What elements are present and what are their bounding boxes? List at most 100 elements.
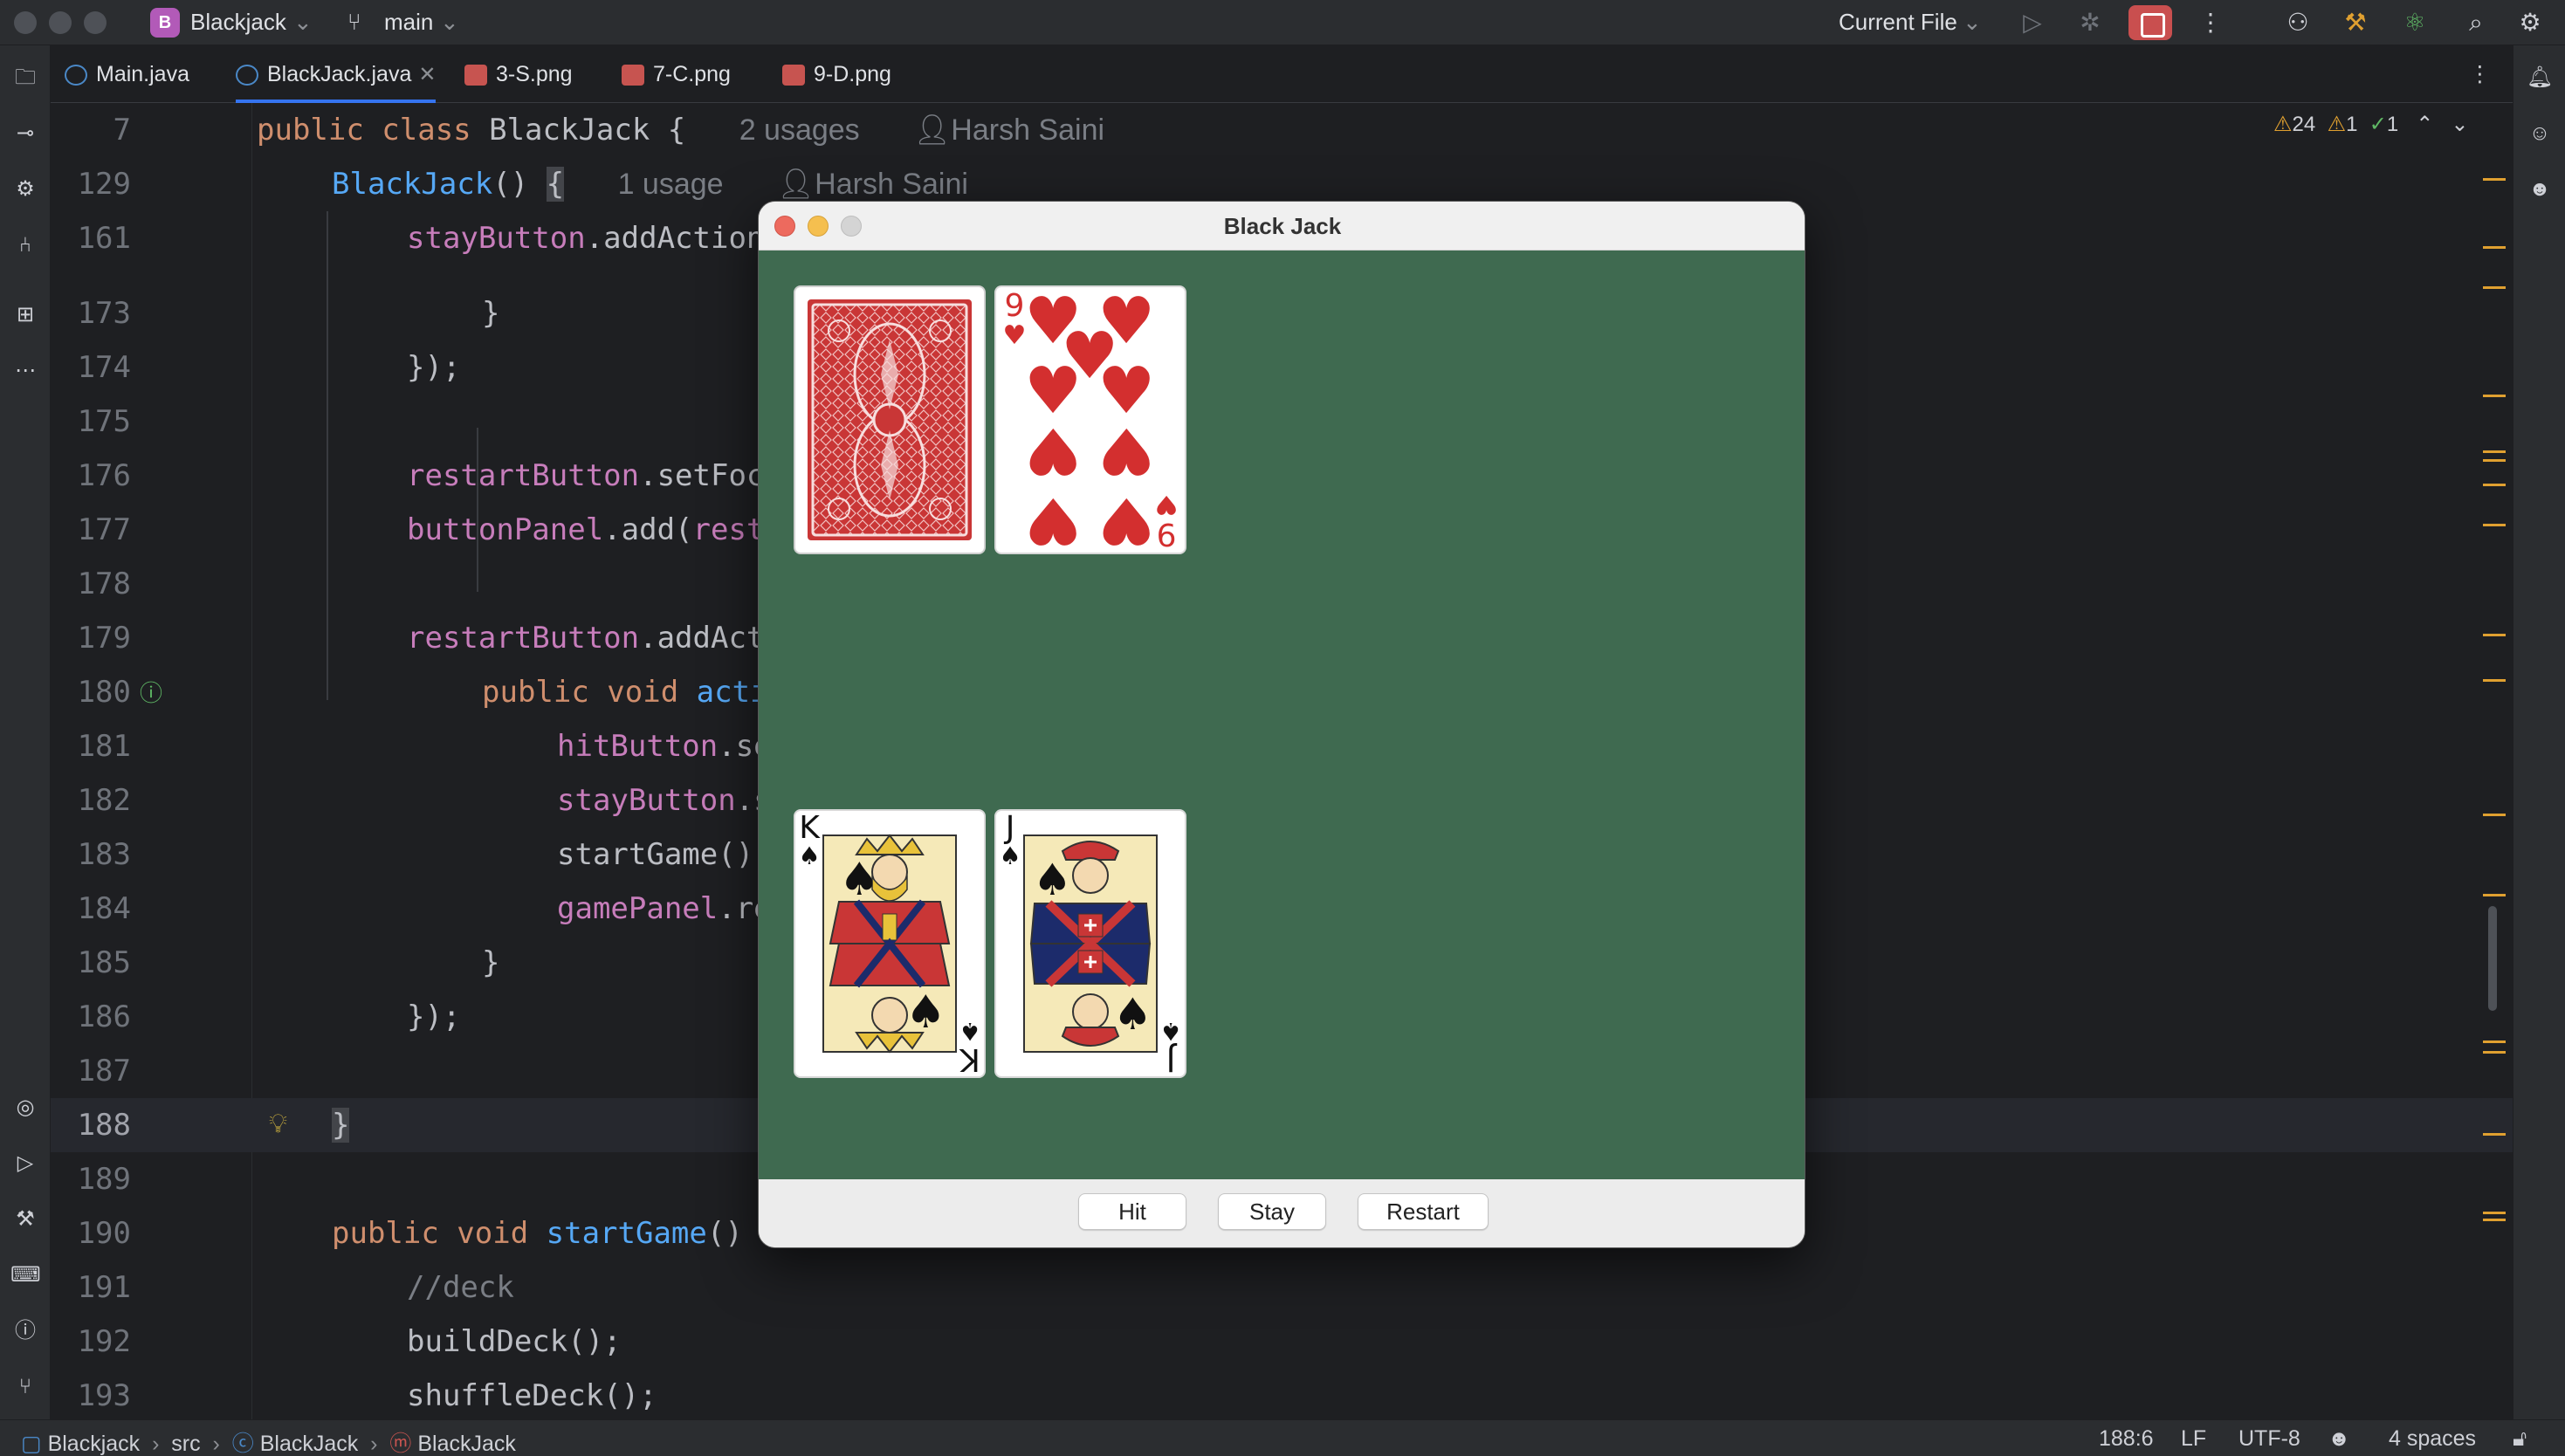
tab-3-s-png[interactable]: 3-S.png: [464, 45, 573, 103]
breadcrumb-src[interactable]: src: [171, 1432, 200, 1456]
plugins-icon[interactable]: ⚙: [10, 175, 40, 204]
build-icon[interactable]: ⚒: [2340, 7, 2371, 38]
usages-hint[interactable]: 2 usages: [739, 113, 860, 147]
warning-marker[interactable]: [2483, 634, 2506, 636]
terminal-icon[interactable]: ⌨: [10, 1260, 41, 1290]
spade-icon: ♠: [959, 1017, 981, 1046]
chevron-up-icon[interactable]: ⌃: [2416, 113, 2433, 136]
file-encoding[interactable]: UTF-8: [2238, 1426, 2300, 1452]
run-config-selector[interactable]: Current File: [1839, 9, 1957, 36]
chevron-down-icon[interactable]: ⌄: [1963, 9, 1982, 36]
structure-icon[interactable]: ⊞: [10, 300, 40, 330]
window-minimize-button[interactable]: [808, 216, 829, 237]
weak-warning-icon: ⚠: [2327, 113, 2347, 136]
image-file-icon: [782, 65, 805, 86]
warning-marker[interactable]: [2483, 1051, 2506, 1054]
warning-marker[interactable]: [2483, 395, 2506, 397]
line-number: 181: [77, 729, 131, 764]
problems-icon[interactable]: ⓘ: [10, 1316, 40, 1346]
sticky-line[interactable]: 7 public class BlackJack { 2 usages 👤︎Ha…: [51, 103, 2513, 157]
code-line[interactable]: 191 //deck: [51, 1260, 2513, 1315]
folder-icon[interactable]: 🗀: [10, 63, 40, 93]
warning-marker[interactable]: [2483, 459, 2506, 462]
code-line[interactable]: 193 shuffleDeck();: [51, 1369, 2513, 1419]
warning-marker[interactable]: [2483, 524, 2506, 526]
notifications-icon[interactable]: 🔔︎: [2525, 63, 2555, 93]
indent-setting[interactable]: 4 spaces: [2389, 1426, 2476, 1452]
usages-hint[interactable]: 1 usage: [618, 168, 724, 201]
close-icon[interactable]: ✕: [418, 63, 436, 86]
run-tool-icon[interactable]: ▷: [10, 1149, 40, 1178]
more-actions-icon[interactable]: ⋮: [2195, 7, 2226, 38]
warning-marker[interactable]: [2483, 450, 2506, 453]
search-icon[interactable]: ⌕: [2460, 7, 2492, 38]
line-separator[interactable]: LF: [2181, 1426, 2206, 1452]
tab-7-c-png[interactable]: 7-C.png: [622, 45, 731, 103]
warning-marker[interactable]: [2483, 1133, 2506, 1136]
build-tool-icon[interactable]: ⚒: [10, 1205, 40, 1234]
tab-blackjack-java[interactable]: BlackJack.java ✕: [236, 45, 437, 103]
commit-icon[interactable]: ⊸: [10, 119, 40, 148]
restart-button[interactable]: Restart: [1358, 1193, 1489, 1230]
copilot-status-icon[interactable]: ☻: [2328, 1426, 2350, 1452]
project-badge[interactable]: B: [150, 8, 180, 38]
warning-marker[interactable]: [2483, 814, 2506, 816]
window-close-button[interactable]: [774, 216, 795, 237]
tab-main-java[interactable]: Main.java: [65, 45, 189, 103]
chevron-right-icon: ›: [364, 1432, 384, 1456]
java-class-icon: [236, 65, 258, 86]
line-number: 176: [77, 458, 131, 493]
breadcrumb-method[interactable]: BlackJack: [417, 1432, 516, 1456]
services-icon[interactable]: ◎: [10, 1093, 40, 1123]
add-user-icon[interactable]: ⚇: [2282, 7, 2314, 38]
warning-marker[interactable]: [2483, 894, 2506, 896]
warning-marker[interactable]: [2483, 178, 2506, 181]
warning-marker[interactable]: [2483, 246, 2506, 249]
copilot-icon[interactable]: ☻: [2525, 175, 2555, 204]
editor-scrollbar-thumb[interactable]: [2488, 906, 2497, 1011]
git-icon[interactable]: ⑂: [10, 1372, 40, 1402]
breadcrumb-class[interactable]: BlackJack: [260, 1432, 359, 1456]
warning-count: 24: [2292, 113, 2316, 136]
card-back-pattern: [808, 299, 972, 540]
chevron-down-icon[interactable]: ⌄: [2451, 113, 2468, 136]
window-zoom-button[interactable]: [841, 216, 862, 237]
warning-marker[interactable]: [2483, 484, 2506, 486]
code-text: }: [482, 945, 500, 980]
chevron-down-icon[interactable]: ⌄: [293, 9, 313, 36]
run-icon[interactable]: ▷: [2017, 7, 2048, 38]
gear-icon[interactable]: ⚙: [2514, 7, 2546, 38]
tab-options-icon[interactable]: ⋮: [2469, 45, 2491, 103]
cursor-position[interactable]: 188:6: [2099, 1426, 2154, 1452]
tab-9-d-png[interactable]: 9-D.png: [782, 45, 891, 103]
line-number: 180: [77, 675, 131, 710]
window-close-button[interactable]: [14, 11, 37, 34]
branch-name[interactable]: main: [384, 9, 433, 36]
lightbulb-icon[interactable]: 💡︎: [269, 1109, 287, 1139]
breadcrumb-project[interactable]: Blackjack: [48, 1432, 141, 1456]
card-rank: J: [1005, 810, 1015, 846]
stay-button[interactable]: Stay: [1218, 1193, 1326, 1230]
inspection-widget[interactable]: ⚠24 ⚠1 ✓1 ⌃ ⌄: [2273, 112, 2469, 137]
warning-marker[interactable]: [2483, 1212, 2506, 1214]
chevron-down-icon[interactable]: ⌄: [440, 9, 459, 36]
warning-marker[interactable]: [2483, 286, 2506, 289]
window-minimize-button[interactable]: [49, 11, 72, 34]
pull-requests-icon[interactable]: ⑃: [10, 230, 40, 260]
implements-icon[interactable]: ⓘ: [140, 676, 162, 708]
debug-icon[interactable]: ✲: [2074, 7, 2106, 38]
hit-button[interactable]: Hit: [1078, 1193, 1186, 1230]
more-tools-icon[interactable]: ⋯: [10, 356, 40, 386]
ai-assistant-icon[interactable]: ⚛: [2399, 7, 2431, 38]
chevron-right-icon: ›: [206, 1432, 226, 1456]
window-zoom-button[interactable]: [84, 11, 107, 34]
warning-marker[interactable]: [2483, 679, 2506, 682]
stop-button[interactable]: [2128, 5, 2172, 40]
image-file-icon: [622, 65, 644, 86]
code-line[interactable]: 192 buildDeck();: [51, 1315, 2513, 1369]
lock-icon[interactable]: 🔓︎: [2513, 1426, 2527, 1452]
warning-marker[interactable]: [2483, 1219, 2506, 1221]
warning-marker[interactable]: [2483, 1040, 2506, 1043]
ai-chat-icon[interactable]: ☺: [2525, 119, 2555, 148]
project-name[interactable]: Blackjack: [190, 9, 286, 36]
